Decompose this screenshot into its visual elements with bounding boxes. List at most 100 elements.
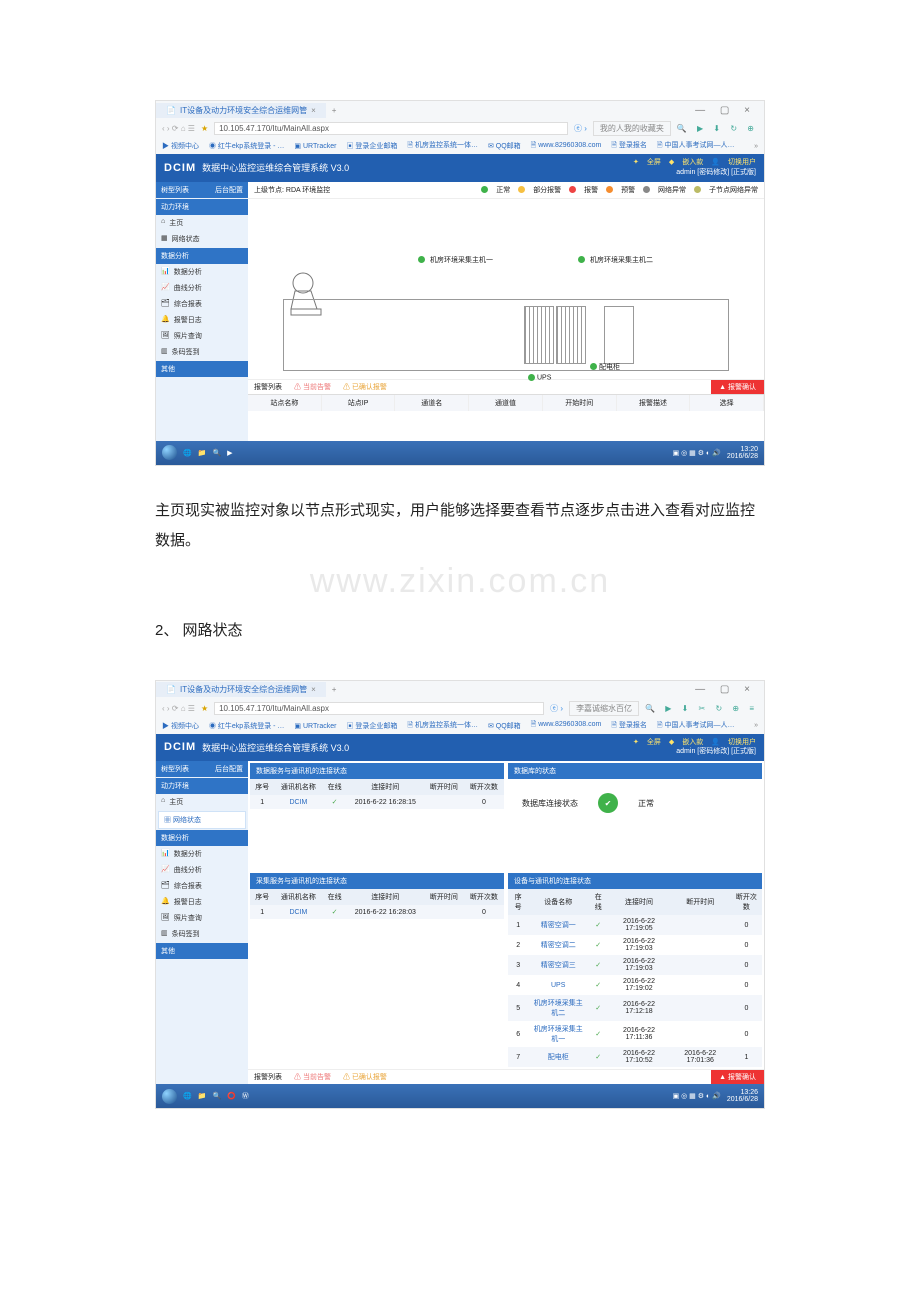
browser-tab[interactable]: 📄 IT设备及动力环境安全综合运维网管 × [156,682,326,697]
sidebar-item-alarmlog[interactable]: 🔔 报警日志 [156,894,248,910]
embed-button[interactable]: 嵌入款 [682,739,703,746]
sidebar-group-other[interactable]: 其他 [156,943,248,959]
address-bar[interactable]: 10.105.47.170/Itu/MainAll.aspx [214,122,568,135]
ie-mode-icon[interactable]: ⓔ › [550,703,563,714]
star-icon[interactable]: ★ [201,124,208,133]
data-service-table: 序号通讯机名称在线连接时间断开时间断开次数 1DCIM✓2016-6-22 16… [250,779,504,809]
sidebar-group-analytics[interactable]: 数据分析 [156,248,248,264]
sidebar-item-photo[interactable]: 🖼 照片查询 [156,910,248,926]
current-alarm-label[interactable]: 当前告警 [303,384,331,391]
bookmarks-bar[interactable]: ▶ 视频中心 ◉ 红牛ekp系统登录 - … ▣ URTracker ▣ 登录企… [156,138,764,154]
table-row[interactable]: 5机房环境采集主机二✓2016-6-22 17:12:180 [508,995,762,1021]
sidebar-item-photo[interactable]: 🖼 照片查询 [156,328,248,344]
close-icon[interactable]: × [311,106,316,115]
sidebar-group-env[interactable]: 动力环境 [156,778,248,794]
alarm-list-label[interactable]: 报警列表 [248,1070,288,1084]
fullscreen-button[interactable]: 全屏 [647,739,661,746]
switch-user-button[interactable]: 切换用户 [728,739,756,746]
ie-mode-icon[interactable]: ⓔ › [574,123,587,134]
sidebar-item-data[interactable]: 📊 数据分析 [156,264,248,280]
sidebar-item-barcode[interactable]: ▥ 条码签到 [156,926,248,942]
start-orb[interactable] [162,1089,177,1104]
taskbar[interactable]: 🌐📁🔍⭕Ⓦ ▣ ◎ ▦ ⚙ ◐ 🔊13:262016/6/28 [156,1084,764,1108]
nav-buttons[interactable]: ‹ › ⟳ ⌂ ☰ [162,124,195,133]
sidebar-tab-config[interactable]: 后台配置 [215,764,243,774]
taskbar-explorer-icon[interactable]: 📁 [198,449,207,457]
bookmarks-bar[interactable]: ▶ 视频中心 ◉ 红牛ekp系统登录 - … ▣ URTracker ▣ 登录企… [156,718,764,734]
toolbar-icons[interactable]: 🔍 ▶ ⬇ ↻ ⊕ [677,124,758,133]
table-row[interactable]: 1DCIM✓2016-6-22 16:28:030 [250,905,504,919]
floorplan-canvas[interactable]: 机房环境采集主机一 机房环境采集主机二 UPS 配电柜 [248,199,764,379]
taskbar-word-icon[interactable]: Ⓦ [242,1091,249,1101]
start-orb[interactable] [162,445,177,460]
tray-icons[interactable]: ▣ ◎ ▦ ⚙ ◐ 🔊 [673,449,721,457]
close-icon[interactable]: × [311,685,316,694]
browser-tab[interactable]: 📄 IT设备及动力环境安全综合运维网管 × [156,103,326,118]
current-alarm-label[interactable]: 当前告警 [303,1074,331,1081]
nav-buttons[interactable]: ‹ › ⟳ ⌂ ☰ [162,704,195,713]
search-box[interactable]: 李嘉诚缩水百亿 [569,701,639,716]
sidebar-item-barcode[interactable]: ▥ 条码签到 [156,344,248,360]
taskbar[interactable]: 🌐📁🔍▶ ▣ ◎ ▦ ⚙ ◐ 🔊13:202016/6/28 [156,441,764,465]
new-tab-button[interactable]: + [326,106,343,115]
sidebar-tab-tree[interactable]: 树型列表 [161,764,189,774]
sidebar-item-network-selected[interactable]: ▦ 网络状态 [158,811,246,829]
alarm-confirm-button[interactable]: ▲ 报警确认 [711,380,764,394]
sidebar-item-curve[interactable]: 📈 曲线分析 [156,862,248,878]
alarm-confirm-button[interactable]: ▲ 报警确认 [711,1070,764,1084]
table-row[interactable]: 1精密空调一✓2016-6-22 17:19:050 [508,915,762,935]
sidebar-group-env[interactable]: 动力环境 [156,199,248,215]
acked-alarm-label[interactable]: 已确认报警 [352,1074,387,1081]
clock-time: 13:26 [727,1089,758,1096]
section-heading-2: 2、 网路状态 [155,619,765,640]
new-tab-button[interactable]: + [326,685,343,694]
logo: DCIM [164,162,196,174]
star-icon[interactable]: ★ [201,704,208,713]
sidebar-item-network[interactable]: ▦ 网络状态 [156,231,248,247]
sidebar-tab-config[interactable]: 后台配置 [215,185,243,195]
taskbar-ie-icon[interactable]: 🌐 [183,449,192,457]
alarm-list-label[interactable]: 报警列表 [248,380,288,394]
tray-icons[interactable]: ▣ ◎ ▦ ⚙ ◐ 🔊 [673,1092,721,1100]
sidebar-item-data[interactable]: 📊 数据分析 [156,846,248,862]
table-row[interactable]: 3精密空调三✓2016-6-22 17:19:030 [508,955,762,975]
window-controls[interactable]: — ▢ × [695,105,764,116]
acked-alarm-label[interactable]: 已确认报警 [352,384,387,391]
sidebar-group-other[interactable]: 其他 [156,361,248,377]
sidebar-item-home[interactable]: ⌂ 主页 [156,215,248,231]
table-row[interactable]: 4UPS✓2016-6-22 17:19:020 [508,975,762,995]
taskbar-explorer-icon[interactable]: 📁 [198,1092,207,1100]
table-row[interactable]: 6机房环境采集主机一✓2016-6-22 17:11:360 [508,1021,762,1047]
search-box[interactable]: 我的人我的收藏夹 [593,121,671,136]
toolbar-icons[interactable]: 🔍 ▶ ⬇ ✂ ↻ ⊕ ≡ [645,704,758,713]
sidebar-item-report[interactable]: 🗂 综合报表 [156,878,248,894]
taskbar-ie-icon[interactable]: 🌐 [183,1092,192,1100]
switch-user-button[interactable]: 切换用户 [728,159,756,166]
sidebar-group-analytics[interactable]: 数据分析 [156,830,248,846]
check-icon: ✔ [598,793,618,813]
taskbar-app2-icon[interactable]: ▶ [227,449,232,457]
host-1-node[interactable]: 机房环境采集主机一 [418,255,493,265]
table-row[interactable]: 2精密空调二✓2016-6-22 17:19:030 [508,935,762,955]
taskbar-app-icon[interactable]: 🔍 [212,449,221,457]
table-row[interactable]: 7配电柜✓2016-6-22 17:10:522016-6-22 17:01:3… [508,1047,762,1067]
sidebar-item-alarmlog[interactable]: 🔔 报警日志 [156,312,248,328]
alarm-bar: 报警列表 ⚠ 当前告警 ⚠ 已确认报警 ▲ 报警确认 [248,1069,764,1084]
watermark: www.zixin.com.cn [0,562,920,601]
host-2-node[interactable]: 机房环境采集主机二 [578,255,653,265]
user-line[interactable]: admin [密码修改] [正式版] [625,747,756,757]
fullscreen-button[interactable]: 全屏 [647,159,661,166]
taskbar-app2-icon[interactable]: ⭕ [227,1092,236,1100]
address-bar[interactable]: 10.105.47.170/Itu/MainAll.aspx [214,702,544,715]
taskbar-app-icon[interactable]: 🔍 [212,1092,221,1100]
user-line[interactable]: admin [密码修改] [正式版] [625,168,756,178]
sidebar-item-home[interactable]: ⌂ 主页 [156,794,248,810]
embed-button[interactable]: 嵌入款 [682,159,703,166]
table-row[interactable]: 1DCIM✓2016-6-22 16:28:150 [250,795,504,809]
sidebar-item-curve[interactable]: 📈 曲线分析 [156,280,248,296]
sidebar-item-report[interactable]: 🗂 综合报表 [156,296,248,312]
sidebar-tab-tree[interactable]: 树型列表 [161,185,189,195]
panel-data-service: 数据服务与通讯机的连接状态 序号通讯机名称在线连接时间断开时间断开次数 1DCI… [250,763,504,869]
sidebar: 树型列表 后台配置 动力环境 ⌂ 主页 ▦ 网络状态 数据分析 📊 数据分析 📈 … [156,761,248,1084]
window-controls[interactable]: — ▢ × [695,684,764,695]
